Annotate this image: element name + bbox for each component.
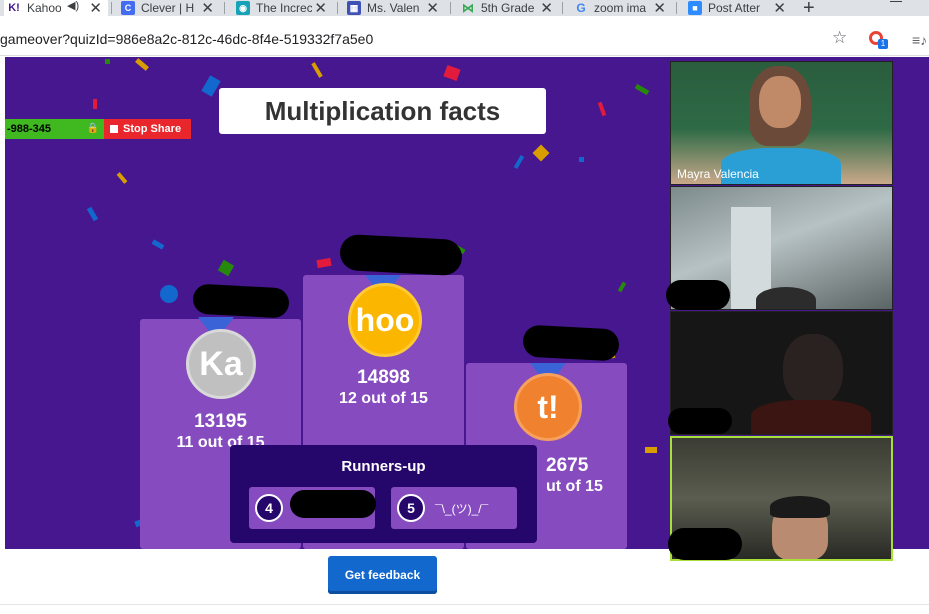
get-feedback-button[interactable]: Get feedback (328, 556, 437, 594)
runner-rank: 4 (255, 494, 283, 522)
tab-title: The Increc (256, 1, 312, 15)
runners-up-title: Runners-up (341, 458, 426, 475)
site-favicon-icon: ▦ (347, 1, 361, 15)
confetti (201, 75, 221, 97)
address-bar: gameover?quizId=986e8a2c-812c-46dc-8f4e-… (0, 16, 929, 56)
kahoot-favicon-icon: K! (7, 1, 21, 15)
close-tab-icon[interactable]: ✕ (314, 0, 327, 16)
redacted-name (668, 408, 732, 434)
confetti (579, 157, 584, 162)
confetti (311, 62, 323, 78)
bow-favicon-icon: ⋈ (462, 1, 474, 15)
redacted-name (522, 324, 620, 362)
runner-up-item: 5 ¯\_(ツ)_/¯ (391, 487, 517, 529)
divider (0, 604, 929, 605)
runners-up-panel: Runners-up 4 5 ¯\_(ツ)_/¯ (230, 445, 537, 543)
participant-video (756, 287, 816, 309)
runner-name: ¯\_(ツ)_/¯ (435, 502, 489, 516)
third-place-correct: ut of 15 (546, 478, 603, 495)
participant-video (751, 400, 871, 434)
tab-kahoot[interactable]: K! Kahoo ◀) ✕ (4, 0, 108, 16)
classroom-favicon-icon: ◉ (236, 1, 250, 15)
new-tab-icon[interactable]: + (803, 0, 815, 16)
participant-video (783, 334, 843, 406)
tab-title: 5th Grade (481, 1, 535, 15)
redacted-name (339, 233, 463, 277)
speaker-icon[interactable]: ◀) (67, 0, 79, 12)
quiz-title: Multiplication facts (264, 95, 501, 126)
confetti (86, 206, 99, 222)
meeting-id-text: -988-345 (7, 123, 52, 135)
confetti (617, 281, 627, 293)
confetti (116, 172, 128, 184)
first-place-correct: 12 out of 15 (339, 390, 428, 407)
second-place-medal-icon: Ka (186, 329, 256, 399)
stop-icon (110, 125, 118, 133)
tab-title: Kahoo (27, 1, 61, 15)
third-place-points: 2675 (546, 455, 589, 476)
confetti (513, 154, 525, 170)
redacted-name (290, 490, 376, 518)
meeting-id: -988-345 🔒 (5, 119, 104, 139)
second-place-points: 13195 (194, 411, 247, 432)
close-tab-icon[interactable]: ✕ (773, 0, 786, 16)
google-favicon-icon: G (576, 1, 586, 15)
screen-share-toolbar: -988-345 🔒 Stop Share (5, 119, 191, 139)
participant-video (759, 76, 801, 128)
extension-icon[interactable]: 1 (869, 31, 888, 49)
browser-tab-strip: K! Kahoo ◀) ✕ C Clever | H ✕ ◉ The Incre… (0, 0, 929, 16)
confetti (597, 101, 607, 117)
zoom-favicon-icon: ■ (688, 1, 702, 15)
tab-title: Clever | H (141, 1, 195, 15)
participant-name: Mayra Valencia (677, 167, 759, 181)
tab-the-incredible[interactable]: ◉ The Increc ✕ (236, 0, 329, 16)
video-tile-teacher[interactable]: Mayra Valencia (670, 61, 893, 185)
close-tab-icon[interactable]: ✕ (201, 0, 214, 16)
tab-5th-grade[interactable]: ⋈ 5th Grade ✕ (461, 0, 555, 16)
confetti (217, 259, 235, 277)
tab-google-zoom-images[interactable]: G zoom ima ✕ (574, 0, 668, 16)
close-tab-icon[interactable]: ✕ (426, 0, 439, 16)
tab-title: Ms. Valen (367, 1, 420, 15)
third-place-medal-icon: t! (514, 373, 582, 441)
media-controls-icon[interactable]: ≡♪ (912, 32, 927, 48)
confetti (316, 257, 332, 269)
stop-share-button[interactable]: Stop Share (104, 119, 191, 139)
confetti (93, 99, 97, 109)
bookmark-star-icon[interactable]: ☆ (832, 28, 847, 48)
confetti (532, 144, 550, 162)
confetti (135, 58, 149, 71)
tab-title: Post Atter (708, 1, 761, 15)
confetti (634, 83, 650, 96)
quiz-title-card: Multiplication facts (219, 88, 546, 134)
confetti (151, 239, 165, 250)
redacted-name (668, 528, 742, 560)
confetti (645, 447, 657, 453)
first-place-medal-icon: hoo (348, 283, 422, 357)
confetti (443, 64, 461, 82)
close-tab-icon[interactable]: ✕ (653, 0, 666, 16)
confetti (105, 59, 110, 64)
minimize-window-icon[interactable] (890, 1, 902, 2)
tab-title: zoom ima (594, 1, 647, 15)
close-tab-icon[interactable]: ✕ (540, 0, 553, 16)
lock-icon: 🔒 (86, 123, 99, 134)
confetti (160, 285, 178, 303)
tab-ms-valencia[interactable]: ▦ Ms. Valen ✕ (347, 0, 441, 16)
tab-post-attendance[interactable]: ■ Post Atter ✕ (688, 0, 788, 16)
runner-rank: 5 (397, 494, 425, 522)
clever-favicon-icon: C (121, 1, 135, 15)
close-tab-icon[interactable]: ✕ (89, 0, 102, 16)
first-place-points: 14898 (357, 367, 410, 388)
redacted-name (666, 280, 730, 310)
tab-clever[interactable]: C Clever | H ✕ (121, 0, 216, 16)
extension-badge: 1 (878, 39, 888, 49)
participant-video (770, 496, 830, 518)
redacted-name (192, 283, 290, 319)
url-field[interactable]: gameover?quizId=986e8a2c-812c-46dc-8f4e-… (0, 31, 373, 47)
stop-share-label: Stop Share (123, 123, 182, 135)
